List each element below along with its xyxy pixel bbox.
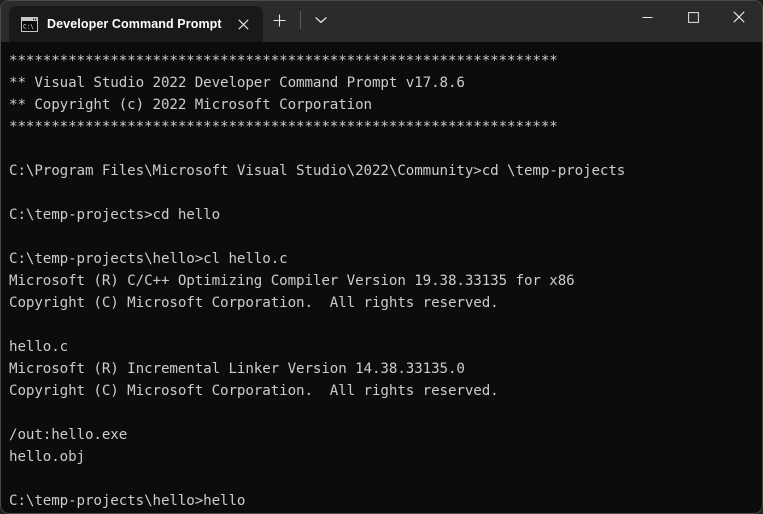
window-drag-region — [338, 1, 624, 42]
terminal-screen[interactable]: ****************************************… — [1, 42, 762, 513]
tab-strip: C:\ Developer Command Prompt — [1, 1, 263, 42]
chevron-down-icon[interactable] — [304, 5, 338, 35]
console-icon: C:\ — [21, 16, 38, 32]
minimize-button[interactable] — [624, 1, 670, 33]
close-button[interactable] — [716, 1, 762, 33]
window-controls — [624, 1, 762, 42]
terminal-output: ****************************************… — [9, 53, 626, 509]
terminal-window: C:\ Developer Command Prompt ***********… — [0, 0, 763, 514]
title-bar: C:\ Developer Command Prompt — [1, 1, 762, 42]
tab-actions — [263, 1, 338, 42]
svg-text:C:\: C:\ — [23, 23, 34, 30]
tab-actions-separator — [299, 11, 301, 29]
tab-developer-command-prompt[interactable]: C:\ Developer Command Prompt — [9, 6, 263, 42]
tab-close-icon[interactable] — [231, 11, 257, 37]
maximize-button[interactable] — [670, 1, 716, 33]
new-tab-button[interactable] — [263, 5, 297, 35]
tab-title: Developer Command Prompt — [47, 17, 222, 31]
